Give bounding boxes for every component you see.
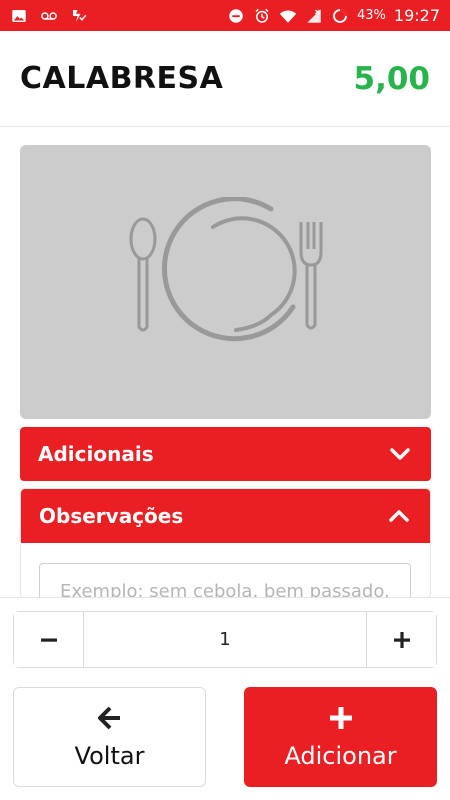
back-button-label: Voltar [74, 742, 145, 770]
status-bar: 43% 19:27 [0, 0, 450, 31]
back-button[interactable]: Voltar [13, 687, 206, 787]
observacoes-body [21, 543, 430, 597]
product-price: 5,00 [353, 60, 431, 97]
do-not-disturb-icon [227, 7, 245, 25]
alarm-icon [253, 7, 271, 25]
section-observacoes: Observações [20, 488, 431, 598]
minus-icon [40, 638, 57, 642]
quantity-stepper: 1 [13, 611, 437, 668]
plus-icon [327, 704, 355, 736]
chevron-up-icon[interactable] [386, 503, 412, 529]
divider [0, 597, 450, 598]
adicionais-header[interactable]: Adicionais [20, 427, 431, 481]
adicionais-title: Adicionais [38, 442, 154, 466]
section-adicionais: Adicionais [20, 427, 431, 481]
observacoes-header[interactable]: Observações [21, 489, 430, 543]
plus-icon [393, 631, 410, 648]
signal-icon [305, 7, 323, 25]
app-check-icon [70, 7, 88, 25]
observacoes-input[interactable] [39, 563, 411, 597]
wifi-icon [279, 7, 297, 25]
voicemail-icon [40, 7, 58, 25]
clock-time: 19:27 [393, 6, 440, 25]
increment-button[interactable] [366, 612, 436, 667]
decrement-button[interactable] [14, 612, 84, 667]
add-button-label: Adicionar [284, 742, 397, 770]
add-button[interactable]: Adicionar [244, 687, 437, 787]
image-icon [10, 7, 28, 25]
arrow-left-icon [96, 704, 124, 736]
battery-saver-icon [331, 7, 349, 25]
plate-cutlery-icon [129, 197, 322, 342]
product-image-placeholder [20, 145, 431, 419]
observacoes-title: Observações [39, 504, 184, 528]
product-title: CALABRESA [20, 61, 224, 96]
product-header: CALABRESA 5,00 [0, 31, 450, 127]
battery-percentage: 43% [356, 8, 386, 23]
quantity-value[interactable]: 1 [84, 612, 366, 667]
chevron-down-icon[interactable] [387, 441, 413, 467]
